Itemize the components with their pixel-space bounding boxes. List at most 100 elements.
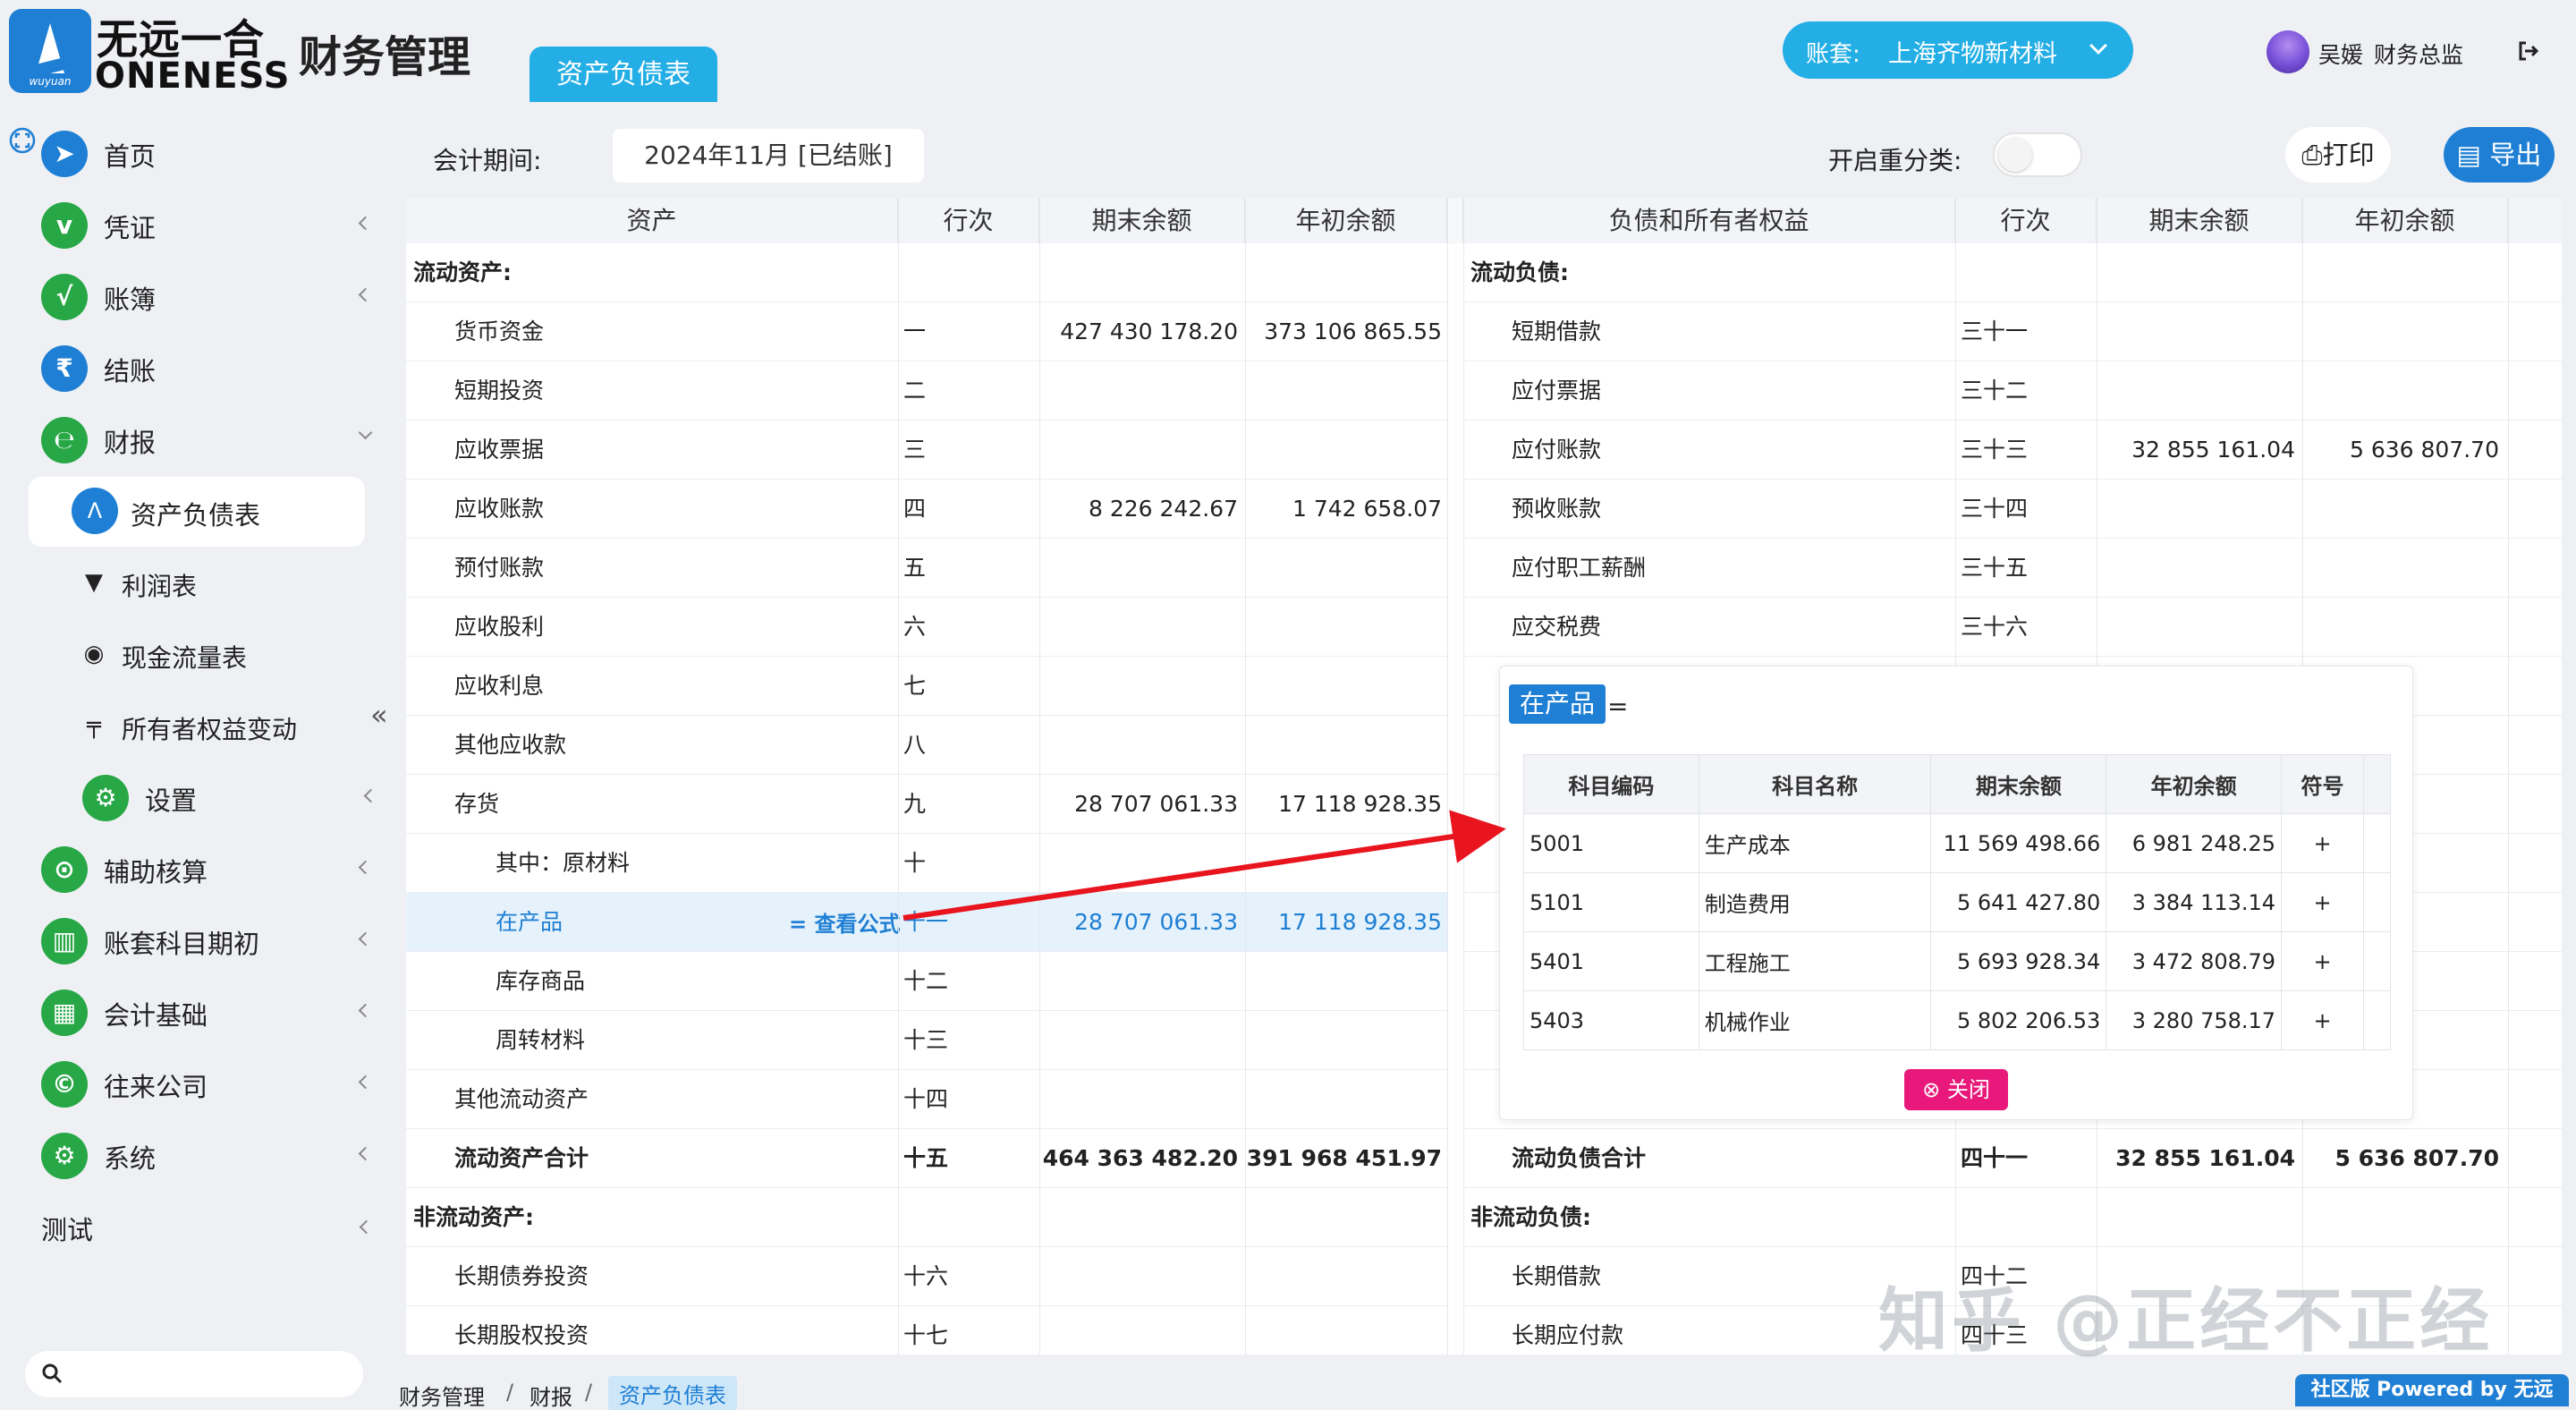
sidebar-item-label: 所有者权益变动 bbox=[122, 715, 298, 744]
table-row[interactable]: 非流动资产: bbox=[406, 1188, 1447, 1247]
table-row[interactable]: 预付账款 五 bbox=[406, 539, 1447, 598]
sidebar-search-input[interactable] bbox=[25, 1351, 363, 1397]
chevron-down-icon bbox=[2089, 37, 2107, 55]
sidebar-item-home[interactable]: ➤ 首页 bbox=[41, 123, 377, 183]
table-row[interactable]: 5401 工程施工 5 693 928.34 3 472 808.79 + bbox=[1523, 931, 2392, 991]
name-cell: 工程施工 bbox=[1698, 931, 1932, 991]
sidebar-item-closing[interactable]: ₹ 结账 bbox=[41, 338, 377, 397]
funnel-icon: ▼ bbox=[85, 569, 103, 596]
rupee-icon: ₹ bbox=[41, 345, 88, 392]
table-row[interactable]: 其他应收款 八 bbox=[406, 716, 1447, 775]
name-cell: 生产成本 bbox=[1698, 813, 1932, 873]
table-row[interactable]: 短期投资 二 bbox=[406, 361, 1447, 420]
sidebar-item-balance-sheet[interactable]: Ʌ 资产负债表 bbox=[29, 477, 365, 547]
breadcrumb-separator: / bbox=[585, 1380, 593, 1405]
sidebar-item-ledger[interactable]: √ 账簿 bbox=[41, 267, 377, 326]
line-no-cell: 四 bbox=[903, 496, 927, 522]
watermark: 知乎 @正经不正经 bbox=[1878, 1281, 2494, 1362]
sidebar-item-label: 结账 bbox=[104, 356, 157, 386]
table-row[interactable]: 流动资产: bbox=[406, 243, 1447, 302]
line-no-cell bbox=[903, 1188, 1038, 1247]
table-row[interactable]: 5403 机械作业 5 802 206.53 3 280 758.17 + bbox=[1523, 990, 2392, 1050]
sidebar-item-equity[interactable]: ╤ 所有者权益变动 bbox=[80, 700, 376, 753]
begin-balance-cell bbox=[1245, 1011, 1442, 1070]
line-no-cell: 三十五 bbox=[1961, 555, 2029, 581]
table-row[interactable]: 长期股权投资 十七 bbox=[406, 1306, 1447, 1355]
end-balance-cell: 32 855 161.04 bbox=[2131, 437, 2295, 463]
sidebar-item-reports[interactable]: ℮ 财报 bbox=[41, 410, 377, 469]
sidebar-item-system[interactable]: ⚙ 系统 bbox=[41, 1125, 377, 1185]
user-role: 财务总监 bbox=[2374, 42, 2464, 68]
collapse-sidebar-icon[interactable]: « bbox=[370, 698, 388, 732]
table-row[interactable]: 在产品 十一 28 707 061.33 17 118 928.35 = 查看公式 bbox=[406, 893, 1447, 952]
end-balance-cell: 8 226 242.67 bbox=[1089, 496, 1238, 522]
export-button[interactable]: ▤ 导出 bbox=[2444, 127, 2555, 183]
reclass-toggle[interactable] bbox=[1993, 132, 2082, 177]
close-button[interactable]: ⊗ 关闭 bbox=[1904, 1069, 2008, 1110]
item-name-cell: 应付票据 bbox=[1512, 378, 1602, 403]
table-row[interactable]: 应交税费 三十六 bbox=[1463, 598, 2562, 657]
table-row[interactable]: 流动资产合计 十五 464 363 482.20 391 968 451.97 bbox=[406, 1129, 1447, 1188]
sign-cell: + bbox=[2281, 813, 2364, 873]
col-header-line: 行次 bbox=[898, 199, 1039, 243]
line-no-cell: 十六 bbox=[903, 1263, 949, 1289]
table-row[interactable]: 应收利息 七 bbox=[406, 657, 1447, 716]
fullscreen-icon[interactable] bbox=[9, 127, 36, 154]
table-row[interactable]: 应收票据 三 bbox=[406, 420, 1447, 480]
sidebar-item-accounting-basis[interactable]: ▦ 会计基础 bbox=[41, 982, 377, 1041]
formula-table: 科目编码 科目名称 期末余额 年初余额 符号 5001 生产成本 11 569 … bbox=[1523, 754, 2392, 1050]
begin-balance-cell bbox=[1245, 952, 1442, 1011]
table-row[interactable]: 其他流动资产 十四 bbox=[406, 1070, 1447, 1129]
tab-balance-sheet[interactable]: 资产负债表 bbox=[530, 47, 717, 102]
table-row[interactable]: 流动负债: bbox=[1463, 243, 2562, 302]
table-row[interactable]: 周转材料 十三 bbox=[406, 1011, 1447, 1070]
sidebar-item-auxiliary[interactable]: ⊙ 辅助核算 bbox=[41, 839, 377, 898]
sidebar-item-opening[interactable]: ▥ 账套科目期初 bbox=[41, 911, 377, 970]
table-row[interactable]: 非流动负债: bbox=[1463, 1188, 2562, 1247]
account-label: 账套: bbox=[1806, 41, 1860, 68]
table-row[interactable]: 其中：原材料 十 bbox=[406, 834, 1447, 893]
table-row[interactable]: 应付账款 三十三 32 855 161.04 5 636 807.70 bbox=[1463, 420, 2562, 480]
sidebar-item-income[interactable]: ▼ 利润表 bbox=[80, 556, 376, 610]
avatar[interactable] bbox=[2267, 30, 2309, 73]
table-row[interactable]: 应付票据 三十二 bbox=[1463, 361, 2562, 420]
end-balance-cell bbox=[2097, 598, 2295, 657]
account-select[interactable]: 账套: 上海齐物新材料 bbox=[1783, 21, 2133, 79]
sidebar-item-cashflow[interactable]: ◉ 现金流量表 bbox=[80, 628, 376, 682]
end-balance-cell bbox=[1039, 1247, 1238, 1306]
table-row[interactable]: 应收股利 六 bbox=[406, 598, 1447, 657]
sidebar-item-label: 系统 bbox=[104, 1143, 157, 1174]
table-row[interactable]: 长期债券投资 十六 bbox=[406, 1247, 1447, 1306]
logout-icon[interactable] bbox=[2517, 39, 2540, 63]
end-balance-cell bbox=[1039, 716, 1238, 775]
table-row[interactable]: 货币资金 一 427 430 178.20 373 106 865.55 bbox=[406, 302, 1447, 361]
end-balance-cell bbox=[1039, 1306, 1238, 1355]
sidebar-item-label: 设置 bbox=[145, 786, 198, 816]
sidebar-item-test[interactable]: 测试 bbox=[41, 1210, 93, 1247]
period-select[interactable]: 2024年11月 [已结账] bbox=[613, 129, 924, 183]
print-button[interactable]: ⎙打印 bbox=[2285, 127, 2391, 183]
chevron-left-icon bbox=[358, 1074, 373, 1090]
sidebar-item-label: 利润表 bbox=[122, 572, 198, 601]
table-row[interactable]: 流动负债合计 四十一 32 855 161.04 5 636 807.70 bbox=[1463, 1129, 2562, 1188]
table-row[interactable]: 库存商品 十二 bbox=[406, 952, 1447, 1011]
table-row[interactable]: 5101 制造费用 5 641 427.80 3 384 113.14 + bbox=[1523, 872, 2392, 932]
table-row[interactable]: 存货 九 28 707 061.33 17 118 928.35 bbox=[406, 775, 1447, 834]
breadcrumb-item[interactable]: 财务管理 bbox=[399, 1380, 485, 1410]
breadcrumb-item[interactable]: 财报 bbox=[530, 1380, 572, 1410]
end-balance-cell bbox=[1039, 598, 1238, 657]
table-row[interactable]: 预收账款 三十四 bbox=[1463, 480, 2562, 539]
end-balance-cell bbox=[2097, 480, 2295, 539]
table-row[interactable]: 应收账款 四 8 226 242.67 1 742 658.07 bbox=[406, 480, 1447, 539]
sidebar-item-report-settings[interactable]: ⚙ 设置 bbox=[82, 768, 383, 827]
chevron-left-icon bbox=[363, 788, 378, 803]
line-no-cell: 三十一 bbox=[1961, 319, 2029, 344]
table-row[interactable]: 5001 生产成本 11 569 498.66 6 981 248.25 + bbox=[1523, 813, 2392, 873]
table-row[interactable]: 应付职工薪酬 三十五 bbox=[1463, 539, 2562, 598]
sidebar-item-companies[interactable]: © 往来公司 bbox=[41, 1054, 377, 1113]
view-formula-link[interactable]: = 查看公式 bbox=[789, 893, 900, 952]
sidebar-item-voucher[interactable]: v 凭证 bbox=[41, 195, 377, 254]
table-row[interactable]: 短期借款 三十一 bbox=[1463, 302, 2562, 361]
sign-cell: + bbox=[2281, 990, 2364, 1050]
item-name-cell: 库存商品 bbox=[496, 968, 586, 994]
